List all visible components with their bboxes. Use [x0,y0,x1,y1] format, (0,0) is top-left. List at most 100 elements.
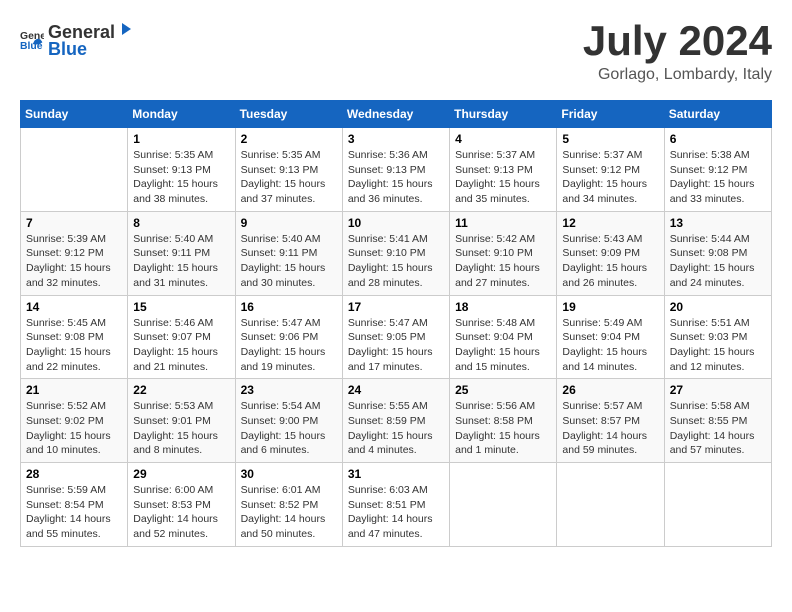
day-info: Sunrise: 6:00 AMSunset: 8:53 PMDaylight:… [133,483,229,542]
calendar-cell [557,463,664,547]
day-info: Sunrise: 6:03 AMSunset: 8:51 PMDaylight:… [348,483,444,542]
calendar-cell: 3Sunrise: 5:36 AMSunset: 9:13 PMDaylight… [342,128,449,212]
day-number: 30 [241,467,337,481]
logo-arrow-icon [116,20,134,38]
calendar-cell: 23Sunrise: 5:54 AMSunset: 9:00 PMDayligh… [235,379,342,463]
day-info: Sunrise: 5:42 AMSunset: 9:10 PMDaylight:… [455,232,551,291]
day-number: 6 [670,132,766,146]
calendar-cell: 27 Sunrise: 5:58 AMSunset: 8:55 PMDayligh… [664,379,771,463]
day-info: Sunrise: 5:35 AMSunset: 9:13 PMDaylight:… [241,148,337,207]
calendar-header-sunday: Sunday [21,101,128,128]
calendar-cell: 26 Sunrise: 5:57 AMSunset: 8:57 PMDayligh… [557,379,664,463]
calendar-cell: 12 Sunrise: 5:43 AMSunset: 9:09 PMDayligh… [557,211,664,295]
calendar-cell: 13Sunrise: 5:44 AMSunset: 9:08 PMDayligh… [664,211,771,295]
day-number: 11 [455,216,551,230]
calendar-cell: 2 Sunrise: 5:35 AMSunset: 9:13 PMDaylight… [235,128,342,212]
calendar-cell: 22 Sunrise: 5:53 AMSunset: 9:01 PMDayligh… [128,379,235,463]
day-info: Sunrise: 5:47 AMSunset: 9:06 PMDaylight:… [241,316,337,375]
calendar-cell: 28 Sunrise: 5:59 AMSunset: 8:54 PMDayligh… [21,463,128,547]
calendar-header-wednesday: Wednesday [342,101,449,128]
day-number: 7 [26,216,122,230]
day-number: 16 [241,300,337,314]
page-header: General Blue General Blue July 2024 Gorl… [20,20,772,84]
calendar-cell: 20 Sunrise: 5:51 AMSunset: 9:03 PMDayligh… [664,295,771,379]
calendar-cell: 15 Sunrise: 5:46 AMSunset: 9:07 PMDayligh… [128,295,235,379]
day-number: 8 [133,216,229,230]
calendar-cell: 17Sunrise: 5:47 AMSunset: 9:05 PMDayligh… [342,295,449,379]
day-info: Sunrise: 5:47 AMSunset: 9:05 PMDaylight:… [348,316,444,375]
calendar-cell: 10 Sunrise: 5:41 AMSunset: 9:10 PMDayligh… [342,211,449,295]
day-info: Sunrise: 5:55 AMSunset: 8:59 PMDaylight:… [348,399,444,458]
location-subtitle: Gorlago, Lombardy, Italy [583,66,772,84]
day-number: 29 [133,467,229,481]
day-info: Sunrise: 5:37 AMSunset: 9:13 PMDaylight:… [455,148,551,207]
day-number: 15 [133,300,229,314]
calendar-cell: 29 Sunrise: 6:00 AMSunset: 8:53 PMDayligh… [128,463,235,547]
day-info: Sunrise: 5:54 AMSunset: 9:00 PMDaylight:… [241,399,337,458]
calendar-week-row: 14Sunrise: 5:45 AMSunset: 9:08 PMDayligh… [21,295,772,379]
day-info: Sunrise: 5:46 AMSunset: 9:07 PMDaylight:… [133,316,229,375]
day-info: Sunrise: 5:36 AMSunset: 9:13 PMDaylight:… [348,148,444,207]
day-info: Sunrise: 5:56 AMSunset: 8:58 PMDaylight:… [455,399,551,458]
day-info: Sunrise: 5:51 AMSunset: 9:03 PMDaylight:… [670,316,766,375]
calendar-cell: 14Sunrise: 5:45 AMSunset: 9:08 PMDayligh… [21,295,128,379]
day-info: Sunrise: 5:53 AMSunset: 9:01 PMDaylight:… [133,399,229,458]
month-title: July 2024 [583,20,772,62]
calendar-cell [21,128,128,212]
day-number: 10 [348,216,444,230]
day-info: Sunrise: 5:38 AMSunset: 9:12 PMDaylight:… [670,148,766,207]
day-number: 18 [455,300,551,314]
day-number: 28 [26,467,122,481]
day-number: 25 [455,383,551,397]
day-number: 24 [348,383,444,397]
day-info: Sunrise: 5:37 AMSunset: 9:12 PMDaylight:… [562,148,658,207]
day-number: 31 [348,467,444,481]
day-number: 4 [455,132,551,146]
calendar-table: SundayMondayTuesdayWednesdayThursdayFrid… [20,100,772,547]
day-info: Sunrise: 5:40 AMSunset: 9:11 PMDaylight:… [241,232,337,291]
day-info: Sunrise: 5:57 AMSunset: 8:57 PMDaylight:… [562,399,658,458]
calendar-cell: 4 Sunrise: 5:37 AMSunset: 9:13 PMDaylight… [450,128,557,212]
day-info: Sunrise: 5:48 AMSunset: 9:04 PMDaylight:… [455,316,551,375]
day-number: 14 [26,300,122,314]
day-info: Sunrise: 5:43 AMSunset: 9:09 PMDaylight:… [562,232,658,291]
calendar-header-tuesday: Tuesday [235,101,342,128]
title-section: July 2024 Gorlago, Lombardy, Italy [583,20,772,84]
calendar-cell: 5Sunrise: 5:37 AMSunset: 9:12 PMDaylight… [557,128,664,212]
day-info: Sunrise: 5:59 AMSunset: 8:54 PMDaylight:… [26,483,122,542]
calendar-cell: 31 Sunrise: 6:03 AMSunset: 8:51 PMDayligh… [342,463,449,547]
day-number: 9 [241,216,337,230]
calendar-cell: 6 Sunrise: 5:38 AMSunset: 9:12 PMDaylight… [664,128,771,212]
day-number: 19 [562,300,658,314]
day-info: Sunrise: 5:35 AMSunset: 9:13 PMDaylight:… [133,148,229,207]
calendar-header-monday: Monday [128,101,235,128]
calendar-cell: 21Sunrise: 5:52 AMSunset: 9:02 PMDayligh… [21,379,128,463]
logo-icon: General Blue [20,28,44,52]
calendar-cell: 18 Sunrise: 5:48 AMSunset: 9:04 PMDayligh… [450,295,557,379]
calendar-cell: 16 Sunrise: 5:47 AMSunset: 9:06 PMDayligh… [235,295,342,379]
day-number: 12 [562,216,658,230]
day-info: Sunrise: 5:41 AMSunset: 9:10 PMDaylight:… [348,232,444,291]
day-number: 2 [241,132,337,146]
day-info: Sunrise: 5:44 AMSunset: 9:08 PMDaylight:… [670,232,766,291]
calendar-cell: 7 Sunrise: 5:39 AMSunset: 9:12 PMDaylight… [21,211,128,295]
calendar-week-row: 21Sunrise: 5:52 AMSunset: 9:02 PMDayligh… [21,379,772,463]
calendar-cell [664,463,771,547]
day-info: Sunrise: 5:52 AMSunset: 9:02 PMDaylight:… [26,399,122,458]
day-number: 1 [133,132,229,146]
calendar-week-row: 7 Sunrise: 5:39 AMSunset: 9:12 PMDaylight… [21,211,772,295]
calendar-header-row: SundayMondayTuesdayWednesdayThursdayFrid… [21,101,772,128]
day-info: Sunrise: 5:58 AMSunset: 8:55 PMDaylight:… [670,399,766,458]
calendar-cell: 30Sunrise: 6:01 AMSunset: 8:52 PMDayligh… [235,463,342,547]
day-info: Sunrise: 5:39 AMSunset: 9:12 PMDaylight:… [26,232,122,291]
calendar-week-row: 28 Sunrise: 5:59 AMSunset: 8:54 PMDayligh… [21,463,772,547]
day-number: 27 [670,383,766,397]
calendar-cell [450,463,557,547]
calendar-cell: 25 Sunrise: 5:56 AMSunset: 8:58 PMDayligh… [450,379,557,463]
day-number: 20 [670,300,766,314]
logo-blue: Blue [48,39,87,59]
day-number: 26 [562,383,658,397]
calendar-cell: 24 Sunrise: 5:55 AMSunset: 8:59 PMDayligh… [342,379,449,463]
day-number: 22 [133,383,229,397]
calendar-header-thursday: Thursday [450,101,557,128]
